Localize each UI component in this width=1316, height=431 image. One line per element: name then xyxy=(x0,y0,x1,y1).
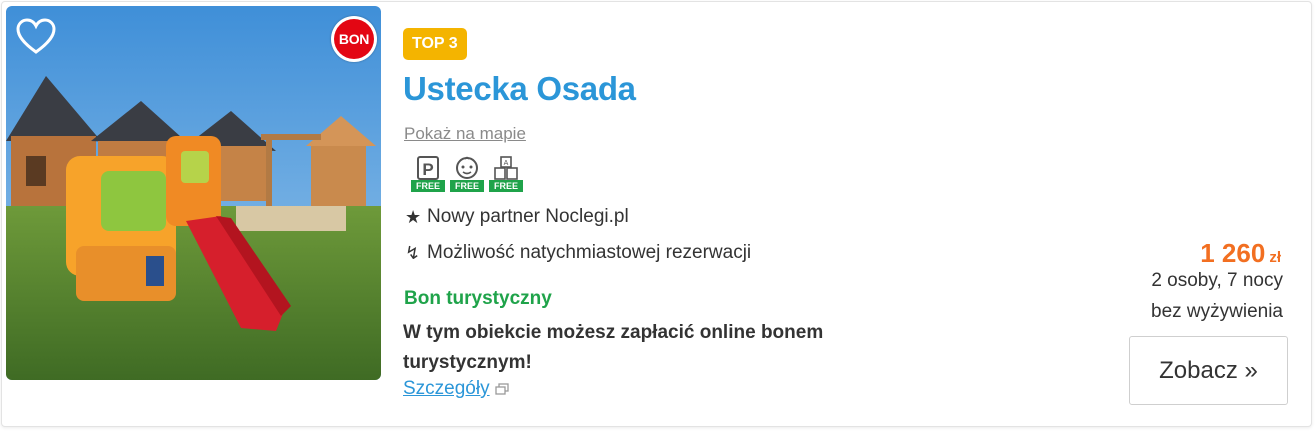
feature-text: Możliwość natychmiastowej rezerwacji xyxy=(427,242,752,263)
listing-photo[interactable]: BON xyxy=(6,6,381,380)
external-window-icon xyxy=(494,383,509,395)
feature-text: Nowy partner Noclegi.pl xyxy=(427,206,629,227)
details-link-label: Szczegóły xyxy=(403,378,490,399)
lightning-icon: ↯ xyxy=(405,242,421,263)
listing-card: BON TOP 3 Ustecka Osada Pokaż na mapie P… xyxy=(1,1,1312,427)
feature-new-partner: ★ Nowy partner Noclegi.pl xyxy=(405,206,629,228)
details-link[interactable]: Szczegóły xyxy=(403,378,509,400)
listing-title-link[interactable]: Ustecka Osada xyxy=(403,70,636,108)
star-icon: ★ xyxy=(405,206,422,227)
bon-description: W tym obiekcie możesz zapłacić online bo… xyxy=(403,322,824,373)
amenity-baby: FREE xyxy=(450,156,484,192)
show-on-map-link[interactable]: Pokaż na mapie xyxy=(404,124,526,144)
free-tag: FREE xyxy=(489,180,523,192)
amenities-list: P FREE FREE A FREE xyxy=(411,156,523,194)
playground-image xyxy=(6,6,381,380)
price-currency: zł xyxy=(1269,249,1281,266)
parking-icon: P xyxy=(417,156,439,180)
amenity-parking: P FREE xyxy=(411,156,445,192)
bon-badge-label: BON xyxy=(334,19,374,59)
feature-instant-booking: ↯ Możliwość natychmiastowej rezerwacji xyxy=(405,242,751,264)
svg-text:A: A xyxy=(504,160,509,167)
svg-text:P: P xyxy=(422,160,433,179)
baby-icon xyxy=(456,156,478,179)
free-tag: FREE xyxy=(411,180,445,192)
top-rank-badge: TOP 3 xyxy=(403,28,467,60)
price-amount: 1 260 xyxy=(1200,238,1266,268)
stay-persons-nights: 2 osoby, 7 nocy xyxy=(1151,270,1283,291)
free-tag: FREE xyxy=(450,180,484,192)
amenity-toys: A FREE xyxy=(489,156,523,192)
see-offer-button[interactable]: Zobacz » xyxy=(1129,336,1288,405)
price: 1 260 zł xyxy=(1200,238,1281,269)
bon-badge: BON xyxy=(331,16,377,62)
board-type: bez wyżywienia xyxy=(1151,301,1283,322)
toy-blocks-icon: A xyxy=(494,156,518,180)
bon-title: Bon turystyczny xyxy=(404,288,552,309)
favorite-heart-icon[interactable] xyxy=(16,18,56,56)
